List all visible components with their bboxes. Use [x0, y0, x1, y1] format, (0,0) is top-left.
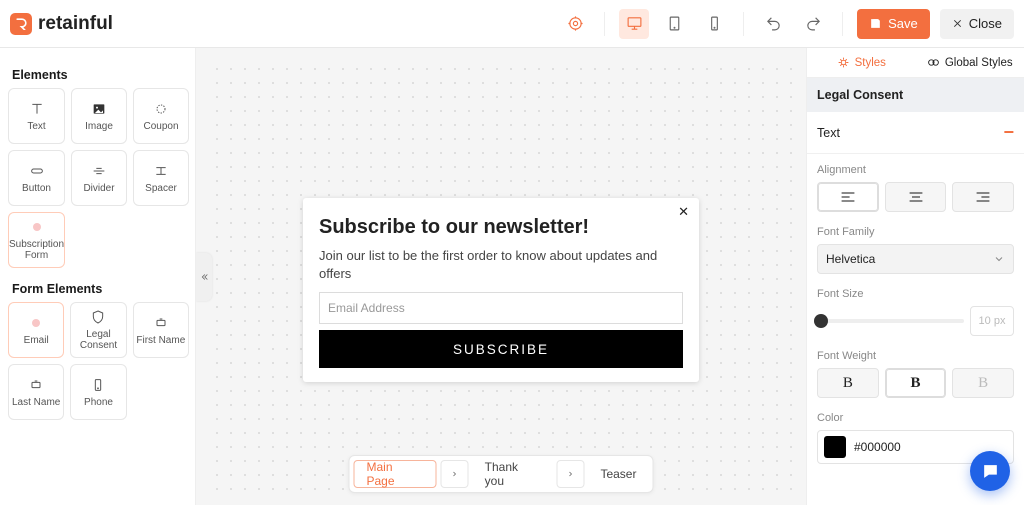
app-header: retainful Save Close	[0, 0, 1024, 48]
coupon-icon	[153, 101, 169, 117]
accordion-text[interactable]: Text −	[807, 112, 1024, 154]
font-size-input[interactable]: 10 px	[970, 306, 1014, 336]
desktop-icon	[626, 15, 643, 32]
global-styles-icon	[927, 56, 940, 69]
brand-logo-icon	[10, 13, 32, 35]
tab-global-styles[interactable]: Global Styles	[916, 48, 1024, 77]
font-family-select[interactable]: Helvetica	[817, 244, 1014, 274]
first-name-icon	[153, 315, 169, 331]
chevron-right-icon	[566, 470, 574, 478]
font-weight-bold-button[interactable]: B	[885, 368, 947, 398]
image-icon	[91, 101, 107, 117]
element-text[interactable]: Text	[8, 88, 65, 144]
tab-styles[interactable]: Styles	[807, 48, 916, 77]
brand: retainful	[10, 13, 113, 35]
property-panel-title: Legal Consent	[807, 78, 1024, 112]
font-weight-light-button[interactable]: B	[817, 368, 879, 398]
page-next-1[interactable]	[441, 460, 469, 488]
popup-email-field[interactable]: Email Address	[319, 292, 683, 324]
inspect-button[interactable]	[560, 9, 590, 39]
spacer-icon	[153, 163, 169, 179]
align-right-icon	[975, 191, 991, 203]
save-button[interactable]: Save	[857, 9, 930, 39]
align-left-button[interactable]	[817, 182, 879, 212]
divider-icon	[91, 163, 107, 179]
brand-name: retainful	[38, 13, 113, 35]
sidebar-collapse-toggle[interactable]	[196, 253, 212, 301]
target-icon	[567, 15, 584, 32]
label-alignment: Alignment	[817, 164, 1014, 176]
undo-icon	[765, 15, 782, 32]
close-button[interactable]: Close	[940, 9, 1014, 39]
save-label: Save	[888, 16, 918, 31]
popup-subscribe-button[interactable]: SUBSCRIBE	[319, 330, 683, 368]
align-center-icon	[908, 191, 924, 203]
chat-icon	[981, 462, 1000, 481]
element-spacer[interactable]: Spacer	[133, 150, 189, 206]
chevron-down-icon	[993, 253, 1005, 265]
close-label: Close	[969, 16, 1002, 31]
element-subscription-form[interactable]: Subscription Form	[8, 212, 65, 268]
chevron-left-double-icon	[199, 272, 209, 282]
email-icon	[28, 315, 44, 331]
page-next-2[interactable]	[557, 460, 585, 488]
element-image[interactable]: Image	[71, 88, 127, 144]
form-element-legal-consent[interactable]: Legal Consent	[70, 302, 126, 358]
minus-icon: −	[1003, 122, 1014, 143]
redo-button[interactable]	[798, 9, 828, 39]
font-size-slider[interactable]	[817, 306, 964, 336]
phone-icon	[90, 377, 106, 393]
text-icon	[29, 101, 45, 117]
popup-subtitle[interactable]: Join our list to be the first order to k…	[313, 247, 689, 282]
properties-panel: Styles Global Styles Legal Consent Text …	[806, 48, 1024, 505]
page-tab-main[interactable]: Main Page	[354, 460, 437, 488]
styles-icon	[837, 56, 850, 69]
form-element-first-name[interactable]: First Name	[133, 302, 189, 358]
shield-icon	[90, 309, 106, 325]
mobile-icon	[706, 15, 723, 32]
elements-sidebar: Elements Text Image Coupon Button Divide…	[0, 48, 196, 505]
font-weight-extra-button[interactable]: B	[952, 368, 1014, 398]
align-left-icon	[840, 191, 856, 203]
device-mobile-button[interactable]	[699, 9, 729, 39]
label-font-weight: Font Weight	[817, 350, 1014, 362]
popup-preview[interactable]: ✕ Subscribe to our newsletter! Join our …	[303, 198, 699, 382]
label-font-size: Font Size	[817, 288, 1014, 300]
label-font-family: Font Family	[817, 226, 1014, 238]
align-right-button[interactable]	[952, 182, 1014, 212]
header-toolbar: Save Close	[560, 9, 1014, 39]
popup-title[interactable]: Subscribe to our newsletter!	[313, 216, 689, 239]
device-desktop-button[interactable]	[619, 9, 649, 39]
tablet-icon	[666, 15, 683, 32]
close-icon	[952, 18, 963, 29]
section-title-form-elements: Form Elements	[12, 282, 185, 296]
button-icon	[29, 163, 45, 179]
form-element-last-name[interactable]: Last Name	[8, 364, 64, 420]
section-title-elements: Elements	[12, 68, 185, 82]
chevron-right-icon	[451, 470, 459, 478]
element-button[interactable]: Button	[8, 150, 65, 206]
page-tab-thankyou[interactable]: Thank you	[473, 460, 553, 488]
page-tab-teaser[interactable]: Teaser	[588, 460, 648, 488]
element-divider[interactable]: Divider	[71, 150, 127, 206]
redo-icon	[805, 15, 822, 32]
align-center-button[interactable]	[885, 182, 947, 212]
undo-button[interactable]	[758, 9, 788, 39]
save-icon	[869, 17, 882, 30]
page-tabs: Main Page Thank you Teaser	[349, 455, 654, 493]
chat-fab[interactable]	[970, 451, 1010, 491]
color-swatch	[824, 436, 846, 458]
form-element-email[interactable]: Email	[8, 302, 64, 358]
device-tablet-button[interactable]	[659, 9, 689, 39]
element-coupon[interactable]: Coupon	[133, 88, 189, 144]
popup-close-button[interactable]: ✕	[678, 204, 689, 220]
form-element-phone[interactable]: Phone	[70, 364, 126, 420]
last-name-icon	[28, 377, 44, 393]
label-color: Color	[817, 412, 1014, 424]
design-canvas[interactable]: ✕ Subscribe to our newsletter! Join our …	[196, 48, 806, 505]
subscription-form-icon	[29, 219, 45, 235]
